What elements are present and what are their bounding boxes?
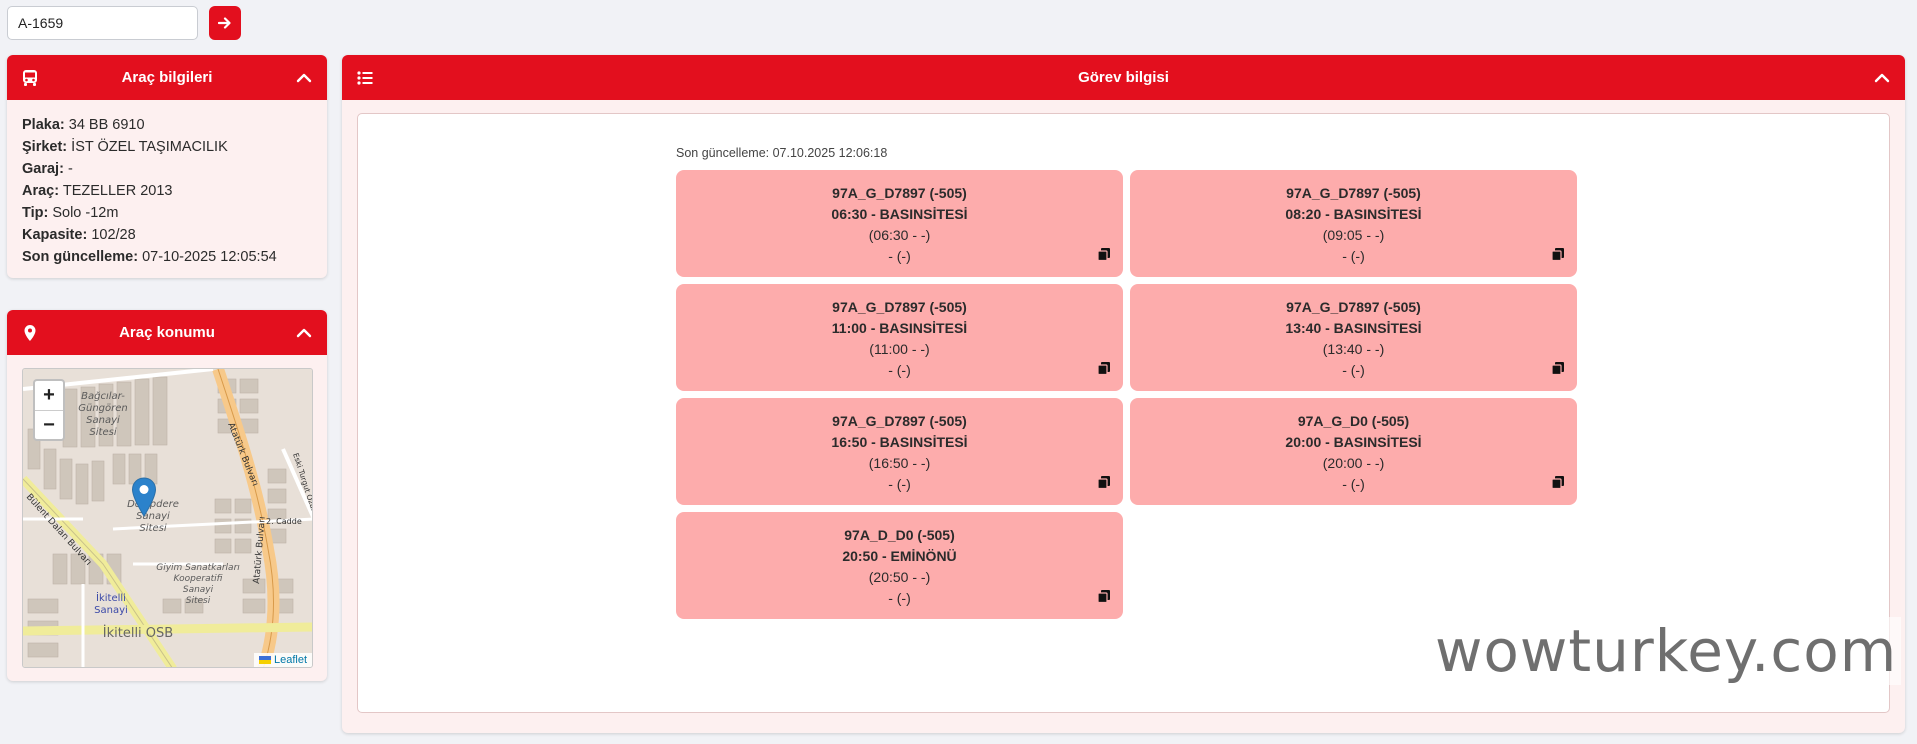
task-route: 97A_G_D0 (-505) [1297, 413, 1410, 429]
zoom-control: + − [33, 379, 65, 441]
info-row-last-update: Son güncelleme: 07-10-2025 12:05:54 [22, 249, 277, 265]
task-departure: 06:30 - BASINSİTESİ [831, 206, 968, 222]
copy-icon[interactable] [1551, 361, 1565, 375]
task-actual-time: (16:50 - -) [868, 455, 931, 471]
map-tiles[interactable]: Bağcılar- Güngören Sanayi Sitesi Dolapde… [23, 369, 313, 668]
task-card-grid: 97A_G_D7897 (-505) 06:30 - BASINSİTESİ (… [676, 170, 1577, 619]
task-route: 97A_G_D7897 (-505) [1286, 185, 1421, 201]
info-row-type: Tip: Solo -12m [22, 205, 119, 221]
task-card[interactable]: 97A_G_D7897 (-505) 16:50 - BASINSİTESİ (… [676, 398, 1123, 505]
copy-icon[interactable] [1097, 475, 1111, 489]
list-icon [357, 71, 373, 85]
chevron-up-icon[interactable] [1873, 69, 1891, 87]
task-status: - (-) [888, 362, 911, 378]
vehicle-info-header[interactable]: Araç bilgileri [7, 55, 327, 100]
vehicle-info-list: Plaka: 34 BB 6910 Şirket: İST ÖZEL TAŞIM… [7, 100, 327, 278]
task-route: 97A_G_D7897 (-505) [832, 299, 967, 315]
vehicle-location-header[interactable]: Araç konumu [7, 310, 327, 355]
task-actual-time: (06:30 - -) [868, 227, 931, 243]
vehicle-marker-icon[interactable] [131, 477, 157, 517]
task-route: 97A_D_D0 (-505) [844, 527, 955, 543]
svg-text:İkitelli OSB: İkitelli OSB [103, 625, 173, 641]
svg-text:Güngören: Güngören [78, 403, 128, 414]
info-row-capacity: Kapasite: 102/28 [22, 227, 136, 243]
task-departure: 11:00 - BASINSİTESİ [831, 320, 968, 336]
copy-icon[interactable] [1551, 475, 1565, 489]
zoom-out-button[interactable]: − [35, 410, 63, 439]
task-info-title: Görev bilgisi [1078, 69, 1169, 86]
task-status: - (-) [888, 476, 911, 492]
map-pin-icon [24, 325, 36, 341]
vehicle-info-panel: Araç bilgileri Plaka: 34 BB 6910 Şirket:… [7, 55, 327, 278]
task-actual-time: (13:40 - -) [1322, 341, 1385, 357]
vehicle-location-panel: Araç konumu Bağcılar- Güngören Sanayi Si… [7, 310, 327, 681]
task-departure: 20:50 - EMİNÖNÜ [842, 548, 957, 564]
task-card[interactable]: 97A_G_D7897 (-505) 08:20 - BASINSİTESİ (… [1130, 170, 1577, 277]
watermark: wowturkey.com [1431, 617, 1902, 685]
bus-icon [23, 70, 37, 86]
svg-text:Giyim Sanatkarları: Giyim Sanatkarları [156, 563, 240, 573]
svg-text:Kooperatifi: Kooperatifi [174, 574, 223, 584]
task-card[interactable]: 97A_G_D7897 (-505) 13:40 - BASINSİTESİ (… [1130, 284, 1577, 391]
info-row-company: Şirket: İST ÖZEL TAŞIMACILIK [22, 139, 228, 155]
svg-text:2. Cadde: 2. Cadde [266, 517, 302, 526]
task-departure: 16:50 - BASINSİTESİ [831, 434, 968, 450]
task-route: 97A_G_D7897 (-505) [832, 185, 967, 201]
map[interactable]: Bağcılar- Güngören Sanayi Sitesi Dolapde… [22, 368, 313, 668]
svg-text:İkitelli: İkitelli [96, 591, 126, 604]
arrow-right-icon [218, 17, 231, 29]
zoom-in-button[interactable]: + [35, 381, 63, 410]
copy-icon[interactable] [1551, 247, 1565, 261]
task-status: - (-) [1342, 476, 1365, 492]
task-departure: 08:20 - BASINSİTESİ [1285, 206, 1422, 222]
svg-text:Sitesi: Sitesi [186, 596, 211, 606]
task-card[interactable]: 97A_D_D0 (-505) 20:50 - EMİNÖNÜ (20:50 -… [676, 512, 1123, 619]
task-card[interactable]: 97A_G_D0 (-505) 20:00 - BASINSİTESİ (20:… [1130, 398, 1577, 505]
task-route: 97A_G_D7897 (-505) [832, 413, 967, 429]
search-input[interactable] [7, 6, 198, 40]
ukraine-flag-icon [258, 656, 271, 664]
svg-text:Sitesi: Sitesi [89, 427, 116, 438]
task-status: - (-) [888, 590, 911, 606]
svg-text:Sanayi: Sanayi [86, 415, 120, 426]
vehicle-info-title: Araç bilgileri [121, 69, 213, 86]
chevron-up-icon[interactable] [295, 324, 313, 342]
copy-icon[interactable] [1097, 589, 1111, 603]
task-status: - (-) [1342, 248, 1365, 264]
copy-icon[interactable] [1097, 361, 1111, 375]
info-row-vehicle: Araç: TEZELLER 2013 [22, 183, 173, 199]
chevron-up-icon[interactable] [295, 69, 313, 87]
task-actual-time: (11:00 - -) [869, 341, 930, 357]
task-card[interactable]: 97A_G_D7897 (-505) 11:00 - BASINSİTESİ (… [676, 284, 1123, 391]
search-submit-button[interactable] [209, 6, 241, 40]
attribution-link[interactable]: Leaflet [274, 654, 307, 666]
task-actual-time: (20:00 - -) [1322, 455, 1385, 471]
task-info-header[interactable]: Görev bilgisi [342, 55, 1905, 100]
svg-text:Sitesi: Sitesi [139, 523, 166, 534]
task-route: 97A_G_D7897 (-505) [1286, 299, 1421, 315]
info-row-garage: Garaj: - [22, 161, 73, 177]
task-departure: 20:00 - BASINSİTESİ [1285, 434, 1422, 450]
task-actual-time: (09:05 - -) [1322, 227, 1385, 243]
svg-text:Sanayi: Sanayi [94, 605, 128, 616]
copy-icon[interactable] [1097, 247, 1111, 261]
info-row-plate: Plaka: 34 BB 6910 [22, 117, 145, 133]
task-status: - (-) [1342, 362, 1365, 378]
task-last-updated: Son güncelleme: 07.10.2025 12:06:18 [676, 146, 888, 160]
task-actual-time: (20:50 - -) [868, 569, 931, 585]
vehicle-location-title: Araç konumu [119, 324, 215, 341]
task-departure: 13:40 - BASINSİTESİ [1285, 320, 1422, 336]
svg-text:Sanayi: Sanayi [183, 585, 214, 595]
task-card[interactable]: 97A_G_D7897 (-505) 06:30 - BASINSİTESİ (… [676, 170, 1123, 277]
task-status: - (-) [888, 248, 911, 264]
svg-text:Bağcılar-: Bağcılar- [81, 391, 125, 402]
map-attribution[interactable]: Leaflet [253, 653, 312, 667]
